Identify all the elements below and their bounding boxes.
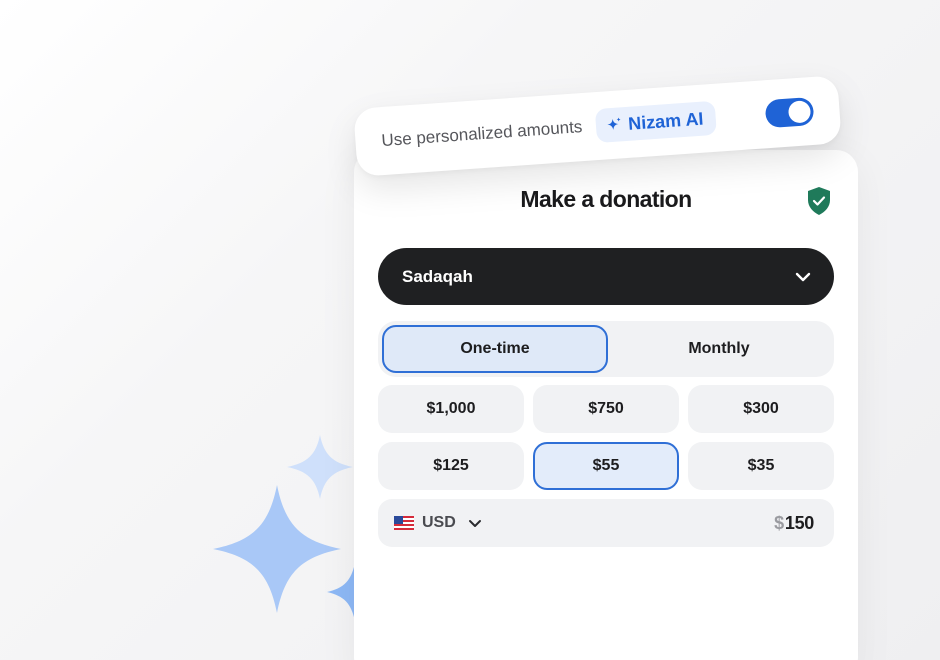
amount-input-value: 150 xyxy=(784,512,814,533)
toggle-knob xyxy=(787,100,812,124)
amount-option-300[interactable]: $300 xyxy=(688,385,834,433)
currency-select[interactable]: USD xyxy=(394,514,482,532)
amount-grid: $1,000 $750 $300 $125 $55 $35 xyxy=(378,385,834,490)
cause-select-value: Sadaqah xyxy=(402,266,473,286)
amount-option-750[interactable]: $750 xyxy=(533,385,679,433)
donation-card: Make a donation Sadaqah One-time Monthly… xyxy=(354,150,858,660)
chevron-down-icon xyxy=(468,520,481,527)
personalized-amounts-toggle[interactable] xyxy=(764,96,815,129)
frequency-one-time-button[interactable]: One-time xyxy=(382,325,608,373)
amount-option-125[interactable]: $125 xyxy=(378,442,524,490)
page-title: Make a donation xyxy=(520,186,692,212)
shield-check-icon xyxy=(808,187,830,215)
amount-input[interactable]: $150 xyxy=(774,513,814,534)
amount-option-35[interactable]: $35 xyxy=(688,442,834,490)
custom-amount-field: USD $150 xyxy=(378,499,834,547)
frequency-monthly-button[interactable]: Monthly xyxy=(608,325,830,373)
chevron-down-icon xyxy=(795,272,811,281)
sparkle-icon xyxy=(607,117,621,130)
currency-code: USD xyxy=(422,514,456,531)
cause-select[interactable]: Sadaqah xyxy=(378,248,834,305)
us-flag-icon xyxy=(394,516,414,530)
ai-badge: Nizam AI xyxy=(595,100,717,144)
ai-badge-label: Nizam AI xyxy=(627,108,705,134)
personalized-amounts-label: Use personalized amounts xyxy=(380,117,583,151)
sparkle-small-icon xyxy=(287,435,353,499)
sparkle-large-icon xyxy=(213,485,341,613)
amount-option-55[interactable]: $55 xyxy=(533,442,679,490)
currency-symbol: $ xyxy=(774,512,784,533)
frequency-toggle: One-time Monthly xyxy=(378,321,834,377)
amount-option-1000[interactable]: $1,000 xyxy=(378,385,524,433)
